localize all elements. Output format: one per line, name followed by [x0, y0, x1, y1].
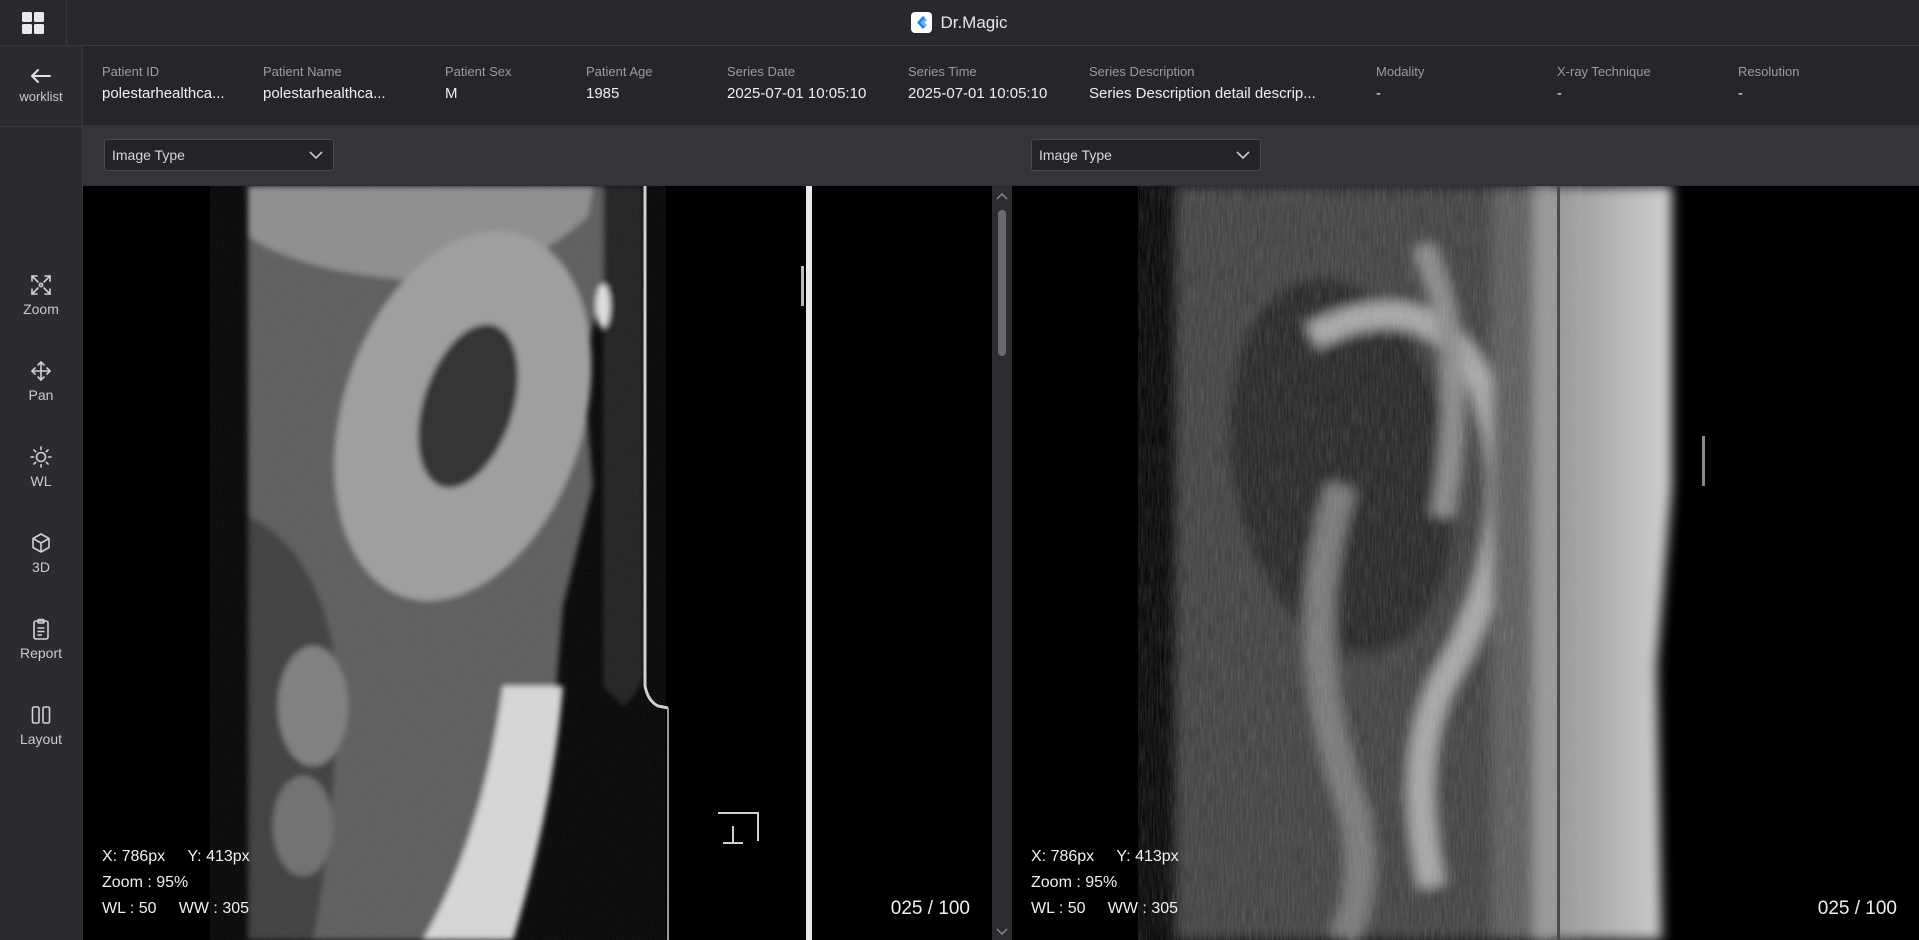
apps-grid-button[interactable]	[0, 0, 67, 45]
zoom-readout: Zoom : 95%	[102, 874, 189, 891]
viewport-left-overlay: X: 786px Y: 413px Zoom : 95% WL : 50 WW …	[102, 844, 250, 922]
info-patient-name: Patient Name polestarhealthca...	[263, 64, 386, 102]
tool-sidebar: worklist Zoom Pan WL 3D Report Layout	[0, 46, 83, 940]
ct-scan-image	[83, 186, 992, 940]
info-value: polestarhealthca...	[263, 85, 386, 102]
viewport-left[interactable]: X: 786px Y: 413px Zoom : 95% WL : 50 WW …	[83, 186, 992, 940]
info-label: Resolution	[1738, 64, 1800, 79]
arrow-left-icon	[31, 68, 51, 83]
wl-readout: WL : 50	[102, 900, 157, 917]
tool-layout-label: Layout	[19, 730, 63, 747]
tool-layout[interactable]: Layout	[0, 692, 82, 758]
tool-report[interactable]: Report	[0, 606, 82, 672]
info-value: M	[445, 85, 458, 102]
info-label: Series Time	[908, 64, 977, 79]
back-to-worklist-button[interactable]: worklist	[0, 46, 82, 127]
info-value: 2025-07-01 10:05:10	[908, 85, 1048, 102]
info-patient-sex: Patient Sex M	[445, 64, 512, 102]
info-value: 2025-07-01 10:05:10	[727, 85, 867, 102]
info-label: Series Date	[727, 64, 795, 79]
viewer-toolbar: Image Type Image Type	[83, 125, 1919, 185]
image-type-select-right[interactable]: Image Type	[1031, 139, 1261, 171]
info-value: 1985	[586, 85, 620, 102]
zoom-icon	[31, 274, 51, 295]
ww-readout: WW : 305	[178, 900, 250, 917]
info-patient-id: Patient ID polestarhealthca...	[102, 64, 225, 102]
info-label: Series Description	[1089, 64, 1195, 79]
ww-readout: WW : 305	[1107, 900, 1179, 917]
tool-report-label: Report	[19, 644, 63, 661]
image-type-select-value: Image Type	[1039, 147, 1112, 163]
app-title: Dr.Magic	[0, 0, 1919, 45]
info-series-date: Series Date 2025-07-01 10:05:10	[727, 64, 866, 102]
layout-columns-icon	[31, 705, 51, 724]
info-xray-technique: X-ray Technique -	[1557, 64, 1651, 102]
info-label: X-ray Technique	[1557, 64, 1651, 79]
tool-pan[interactable]: Pan	[0, 348, 82, 414]
app-logo-icon	[911, 12, 933, 33]
info-value: polestarhealthca...	[102, 85, 225, 102]
clipboard-icon	[33, 618, 49, 640]
tool-zoom-label: Zoom	[23, 300, 59, 317]
pan-icon	[31, 360, 51, 381]
zoom-readout: Zoom : 95%	[1031, 874, 1118, 891]
back-label: worklist	[19, 88, 63, 104]
cursor-x: X: 786px	[1031, 848, 1095, 865]
cube-icon	[32, 532, 50, 553]
info-value: Series Description detail descrip...	[1089, 85, 1316, 102]
chevron-up-icon	[996, 193, 1008, 200]
info-value: -	[1738, 85, 1743, 102]
window-level-icon	[30, 445, 52, 468]
info-label: Patient ID	[102, 64, 160, 79]
info-series-description: Series Description Series Description de…	[1089, 64, 1316, 102]
chevron-down-icon	[309, 151, 323, 159]
viewport-right[interactable]: X: 786px Y: 413px Zoom : 95% WL : 50 WW …	[1012, 186, 1919, 940]
tool-zoom[interactable]: Zoom	[0, 262, 82, 328]
tool-3d[interactable]: 3D	[0, 520, 82, 586]
viewport-right-overlay: X: 786px Y: 413px Zoom : 95% WL : 50 WW …	[1031, 844, 1179, 922]
slice-scrollbar[interactable]	[992, 186, 1012, 940]
cursor-x: X: 786px	[102, 848, 166, 865]
app-title-text: Dr.Magic	[940, 12, 1008, 32]
info-label: Patient Sex	[445, 64, 512, 79]
info-value: -	[1376, 85, 1381, 102]
chevron-down-icon	[996, 928, 1008, 935]
tool-pan-label: Pan	[28, 386, 54, 403]
scrollbar-thumb[interactable]	[998, 210, 1006, 356]
wl-readout: WL : 50	[1031, 900, 1086, 917]
cursor-y: Y: 413px	[187, 848, 250, 865]
mr-scan-image	[1012, 186, 1919, 940]
tool-wl-label: WL	[30, 472, 52, 489]
info-patient-age: Patient Age 1985	[586, 64, 653, 102]
slice-counter-left: 025 / 100	[890, 898, 970, 919]
patient-info-bar: Patient ID polestarhealthca... Patient N…	[83, 46, 1919, 125]
info-label: Patient Age	[586, 64, 653, 79]
info-label: Patient Name	[263, 64, 342, 79]
info-modality: Modality -	[1376, 64, 1424, 102]
image-type-select-value: Image Type	[112, 147, 185, 163]
slice-counter-right: 025 / 100	[1817, 898, 1897, 919]
tool-3d-label: 3D	[32, 558, 50, 575]
info-value: -	[1557, 85, 1562, 102]
image-type-select-left[interactable]: Image Type	[104, 139, 334, 171]
cursor-y: Y: 413px	[1116, 848, 1179, 865]
info-resolution: Resolution -	[1738, 64, 1799, 102]
top-bar: Dr.Magic	[0, 0, 1919, 46]
info-series-time: Series Time 2025-07-01 10:05:10	[908, 64, 1047, 102]
info-label: Modality	[1376, 64, 1425, 79]
chevron-down-icon	[1236, 151, 1250, 159]
tool-wl[interactable]: WL	[0, 434, 82, 500]
apps-grid-icon	[22, 11, 44, 34]
